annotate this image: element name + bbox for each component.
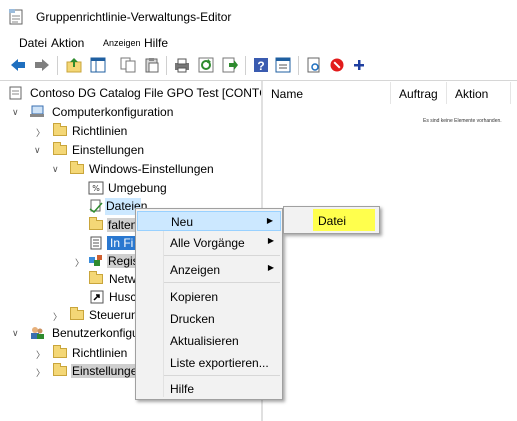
menu-aktion[interactable]: Aktion xyxy=(51,36,84,50)
chevron-down-icon[interactable]: ∨ xyxy=(12,328,19,339)
menu-bar: Datei Aktion Anzeigen Hilfe xyxy=(0,34,517,51)
column-header-aktion[interactable]: Aktion xyxy=(447,82,511,104)
tree-item-umgebung[interactable]: % Umgebung xyxy=(0,180,261,197)
menu-item-liste-exportieren[interactable]: Liste exportieren... xyxy=(137,352,281,372)
export-list-icon[interactable] xyxy=(221,56,239,74)
folder-icon xyxy=(53,123,67,136)
help-icon[interactable]: ? xyxy=(252,56,270,74)
column-header-auftrag[interactable]: Auftrag xyxy=(391,82,447,104)
folder-icon xyxy=(70,161,84,174)
tree-root-label: Contoso DG Catalog File GPO Test [CONTC xyxy=(30,86,268,100)
folder-icon xyxy=(70,307,84,320)
print-icon[interactable] xyxy=(173,56,191,74)
toolbar: ? xyxy=(0,51,517,81)
chevron-right-icon[interactable]: 〉 xyxy=(75,256,84,269)
gpo-scroll-icon xyxy=(9,86,22,100)
registry-icon xyxy=(89,255,102,266)
submenu-item-datei[interactable]: Datei xyxy=(313,209,375,231)
ini-file-icon xyxy=(90,236,102,250)
svg-text:?: ? xyxy=(257,59,264,73)
tree-item-windows-einstellungen[interactable]: ∨ Windows-Einstellungen xyxy=(0,161,261,178)
policy-editor-icon xyxy=(9,9,23,25)
tree-item-richtlinien[interactable]: 〉 Richtlinien xyxy=(0,123,261,140)
submenu-arrow-icon: ▶ xyxy=(267,236,274,245)
environment-icon: % xyxy=(88,181,104,195)
tree-item-einstellungen[interactable]: ∨ Einstellungen xyxy=(0,142,261,159)
column-header-name[interactable]: Name xyxy=(263,82,391,104)
menu-item-alle-vorgaenge[interactable]: Alle Vorgänge ▶ xyxy=(137,232,281,252)
window-title: Gruppenrichtlinie-Verwaltungs-Editor xyxy=(36,10,232,24)
column-header-more[interactable] xyxy=(511,82,517,104)
submenu-arrow-icon: ▶ xyxy=(266,216,273,225)
delete-icon[interactable] xyxy=(328,56,346,74)
show-tree-icon[interactable] xyxy=(89,56,107,74)
submenu-arrow-icon: ▶ xyxy=(267,263,274,272)
context-menu: Neu ▶ Alle Vorgänge ▶ Anzeigen ▶ Kopiere… xyxy=(135,208,283,400)
folder-icon xyxy=(53,363,67,376)
new-item-icon[interactable] xyxy=(305,56,323,74)
menu-item-drucken[interactable]: Drucken xyxy=(137,308,281,328)
properties-icon[interactable] xyxy=(274,56,292,74)
copy-icon[interactable] xyxy=(119,56,137,74)
chevron-right-icon[interactable]: 〉 xyxy=(36,126,45,139)
add-icon[interactable] xyxy=(350,56,368,74)
folder-icon xyxy=(53,142,67,155)
menu-item-aktualisieren[interactable]: Aktualisieren xyxy=(137,330,281,350)
submenu-neu: Datei xyxy=(283,206,380,234)
list-pane[interactable]: Name Auftrag Aktion Es sind keine Elemen… xyxy=(263,81,517,421)
menu-item-kopieren[interactable]: Kopieren xyxy=(137,286,281,306)
up-folder-icon[interactable] xyxy=(65,56,83,74)
forward-arrow-icon[interactable] xyxy=(33,56,51,74)
users-icon xyxy=(31,327,44,339)
empty-list-message: Es sind keine Elemente vorhanden. xyxy=(423,118,502,124)
menu-datei[interactable]: Datei xyxy=(19,36,47,50)
chevron-down-icon[interactable]: ∨ xyxy=(52,164,59,175)
menu-item-hilfe[interactable]: Hilfe xyxy=(137,378,281,398)
chevron-down-icon[interactable]: ∨ xyxy=(34,145,41,156)
network-share-icon xyxy=(89,271,103,284)
back-arrow-icon[interactable] xyxy=(9,56,27,74)
menu-item-neu[interactable]: Neu ▶ xyxy=(137,211,281,231)
menu-anzeigen[interactable]: Anzeigen xyxy=(103,38,141,48)
folder-icon xyxy=(53,345,67,358)
menu-item-anzeigen[interactable]: Anzeigen ▶ xyxy=(137,259,281,279)
chevron-right-icon[interactable]: 〉 xyxy=(36,348,45,361)
computer-icon xyxy=(30,105,44,117)
refresh-icon[interactable] xyxy=(197,56,215,74)
files-icon xyxy=(89,199,103,213)
title-bar: Gruppenrichtlinie-Verwaltungs-Editor xyxy=(0,0,517,34)
menu-hilfe[interactable]: Hilfe xyxy=(144,36,168,50)
svg-text:%: % xyxy=(92,184,100,193)
tree-root[interactable]: Contoso DG Catalog File GPO Test [CONTC xyxy=(0,85,268,102)
paste-icon[interactable] xyxy=(143,56,161,74)
chevron-right-icon[interactable]: 〉 xyxy=(36,366,45,379)
chevron-down-icon[interactable]: ∨ xyxy=(12,107,19,118)
tree-item-computerkonfiguration[interactable]: ∨ Computerkonfiguration xyxy=(0,104,261,121)
chevron-right-icon[interactable]: 〉 xyxy=(53,310,62,323)
shortcut-icon xyxy=(90,290,104,304)
folder-icon xyxy=(89,217,103,230)
